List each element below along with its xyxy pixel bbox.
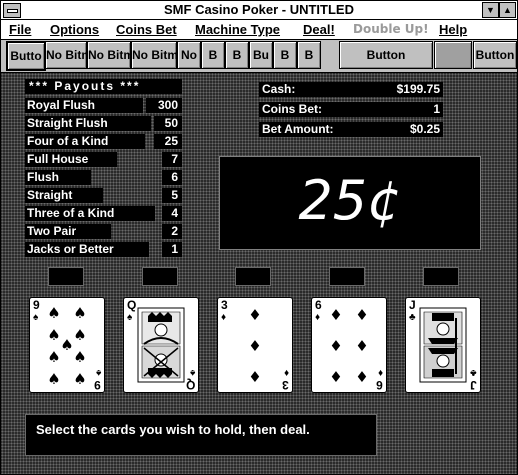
toolbar-button-8[interactable]: Bu: [249, 41, 273, 69]
minimize-icon[interactable]: ▼: [482, 2, 499, 18]
card-pips: ♦ ♦ ♦ ♦ ♦ ♦: [329, 306, 368, 386]
svg-text:♦: ♦: [329, 368, 342, 386]
svg-text:♠: ♠: [73, 370, 86, 388]
queen-face-art: [137, 307, 185, 383]
cash-row: Cash: $199.75: [259, 82, 443, 97]
payout-value: 25: [154, 134, 182, 149]
payout-hand: Royal Flush: [25, 98, 143, 113]
menu-deal[interactable]: Deal!: [303, 22, 335, 37]
card-4[interactable]: 6 ♦ 6 ♦ ♦ ♦ ♦ ♦ ♦ ♦: [311, 297, 387, 393]
toolbar-button-2[interactable]: No Bitm: [45, 41, 87, 69]
menu-double-up: Double Up!: [353, 22, 429, 36]
toolbar: Butto No Bitm No Bitm No Bitm No B B Bu …: [1, 40, 517, 73]
toolbar-button-6[interactable]: B: [201, 41, 225, 69]
svg-text:♠: ♠: [47, 304, 60, 322]
bet-amount-label: Bet Amount:: [262, 122, 334, 136]
maximize-icon[interactable]: ▲: [499, 2, 516, 18]
payout-hand: Straight Flush: [25, 116, 151, 131]
svg-text:♦: ♦: [355, 368, 368, 386]
cash-value: $199.75: [396, 82, 440, 96]
toolbar-button-11[interactable]: Button: [339, 41, 433, 69]
payout-hand: Two Pair: [25, 224, 111, 239]
payout-value: 1: [162, 242, 182, 257]
svg-text:♦: ♦: [248, 306, 261, 324]
svg-text:♠: ♠: [47, 326, 60, 344]
svg-text:♠: ♠: [47, 370, 60, 388]
toolbar-button-4[interactable]: No Bitm: [131, 41, 177, 69]
toolbar-button-7[interactable]: B: [225, 41, 249, 69]
denomination-text: 25¢: [298, 169, 402, 232]
payout-hand: Four of a Kind: [25, 134, 145, 149]
payout-hand: Straight: [25, 188, 103, 203]
menu-options[interactable]: Options: [50, 22, 99, 37]
coins-bet-value: 1: [433, 102, 440, 116]
bet-amount-value: $0.25: [409, 122, 440, 136]
coins-bet-row: Coins Bet: 1: [259, 102, 443, 117]
menu-coins-bet[interactable]: Coins Bet: [116, 22, 177, 37]
hold-indicator-2: [142, 267, 178, 286]
bet-amount-row: Bet Amount: $0.25: [259, 122, 443, 137]
payout-hand: Full House: [25, 152, 117, 167]
toolbar-button-5[interactable]: No: [177, 41, 201, 69]
hold-indicator-3: [235, 267, 271, 286]
payout-value: 6: [162, 170, 182, 185]
cash-label: Cash:: [262, 82, 296, 96]
payout-hand: Flush: [25, 170, 91, 185]
card-pips: ♦ ♦ ♦: [248, 306, 261, 386]
menu-help[interactable]: Help: [439, 22, 467, 37]
menu-machine-type[interactable]: Machine Type: [195, 22, 280, 37]
title-bar: SMF Casino Poker - UNTITLED ▼ ▲: [1, 1, 517, 20]
svg-text:♦: ♦: [248, 368, 261, 386]
window-title: SMF Casino Poker - UNTITLED: [164, 2, 354, 17]
svg-text:♠: ♠: [47, 348, 60, 366]
hold-indicator-1: [48, 267, 84, 286]
hold-indicator-5: [423, 267, 459, 286]
toolbar-button-1[interactable]: Butto: [6, 41, 46, 71]
payout-hand: Jacks or Better: [25, 242, 149, 257]
payout-value: 300: [146, 98, 182, 113]
card-3[interactable]: 3 ♦ 3 ♦ ♦ ♦ ♦: [217, 297, 293, 393]
svg-text:♠: ♠: [60, 336, 73, 354]
svg-text:♦: ♦: [329, 306, 342, 324]
payout-value: 2: [162, 224, 182, 239]
toolbar-button-10[interactable]: B: [297, 41, 321, 69]
jack-face-art: [419, 307, 467, 383]
card-2[interactable]: Q ♠ Q ♠: [123, 297, 199, 393]
svg-text:♦: ♦: [248, 337, 261, 355]
payout-value: 50: [154, 116, 182, 131]
svg-text:♠: ♠: [73, 348, 86, 366]
card-1[interactable]: 9 ♠ 9 ♠ ♠ ♠ ♠ ♠ ♠ ♠ ♠ ♠ ♠: [29, 297, 105, 393]
menu-bar: File Options Coins Bet Machine Type Deal…: [1, 20, 517, 40]
toolbar-button-3[interactable]: No Bitm: [87, 41, 131, 69]
toolbar-button-blank[interactable]: [434, 41, 472, 69]
hold-indicator-4: [329, 267, 365, 286]
payout-value: 7: [162, 152, 182, 167]
card-pips: ♠ ♠ ♠ ♠ ♠ ♠ ♠ ♠ ♠: [47, 304, 86, 388]
card-5[interactable]: J ♣ J ♣: [405, 297, 481, 393]
svg-text:♦: ♦: [355, 306, 368, 324]
status-message: Select the cards you wish to hold, then …: [36, 422, 310, 437]
denomination-display: 25¢: [219, 156, 481, 250]
svg-text:♦: ♦: [355, 337, 368, 355]
payout-value: 5: [162, 188, 182, 203]
svg-text:♠: ♠: [73, 326, 86, 344]
payout-value: 4: [162, 206, 182, 221]
toolbar-button-9[interactable]: B: [273, 41, 297, 69]
payout-hand: Three of a Kind: [25, 206, 155, 221]
status-panel: Select the cards you wish to hold, then …: [25, 414, 377, 456]
svg-text:♠: ♠: [73, 304, 86, 322]
payouts-heading: *** Payouts ***: [25, 79, 182, 94]
app-window: SMF Casino Poker - UNTITLED ▼ ▲ File Opt…: [0, 0, 518, 475]
menu-file[interactable]: File: [9, 22, 31, 37]
coins-bet-label: Coins Bet:: [262, 102, 322, 116]
svg-text:♦: ♦: [329, 337, 342, 355]
toolbar-button-13[interactable]: Button: [473, 41, 517, 69]
